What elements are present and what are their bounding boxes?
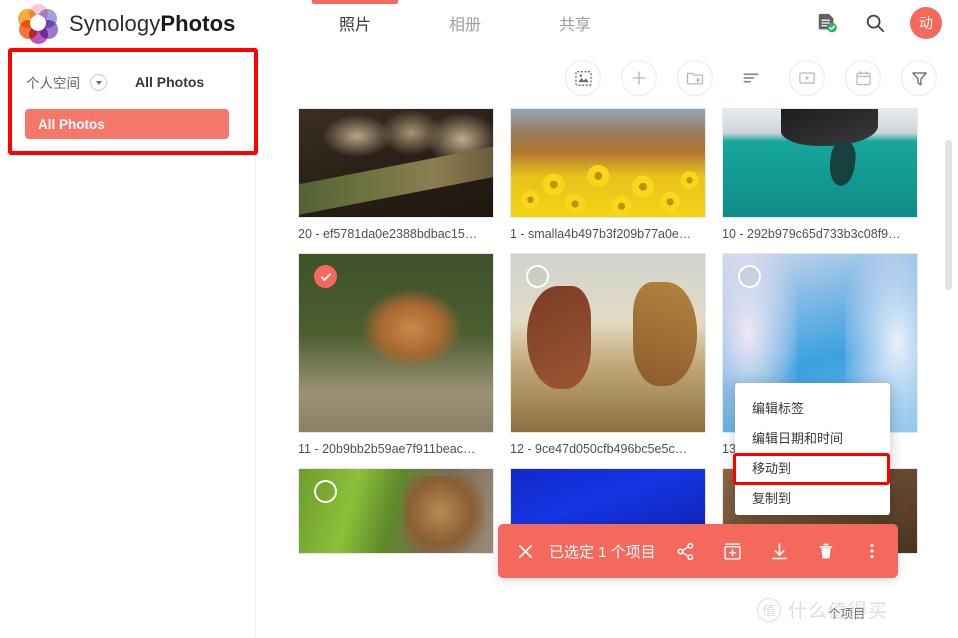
menu-item-label: 移动到 [752,460,792,476]
photo-checkbox[interactable] [738,265,761,288]
brand-second: Photos [160,11,236,36]
menu-item-label: 编辑标签 [752,400,805,416]
photo-thumbnail[interactable] [510,108,706,218]
menu-item-edit-datetime[interactable]: 编辑日期和时间 [735,422,890,452]
sidebar: 个人空间 All Photos All Photos [0,46,256,638]
sort-icon[interactable] [733,60,769,96]
synology-flower-logo [18,4,58,44]
photo-thumbnail[interactable] [722,108,918,218]
new-folder-icon[interactable] [677,60,713,96]
slideshow-icon[interactable] [789,60,825,96]
photo-checkbox[interactable] [314,480,337,503]
selection-status-text: 已选定 1 个项目 [549,543,656,561]
synology-photos-window: SynologyPhotos 照片 相册 共享 动 个人空间 All Photo… [0,0,958,638]
main-tabs: 照片 相册 共享 [300,0,630,46]
menu-item-edit-tags[interactable]: 编辑标签 [735,392,890,422]
sidebar-item-all-photos[interactable]: All Photos [25,109,229,139]
filter-icon[interactable] [901,60,937,96]
content-toolbar [565,60,937,96]
tab-albums-label: 相册 [448,17,481,34]
chevron-down-icon[interactable] [90,73,107,91]
app-title: SynologyPhotos [69,11,235,37]
photo-cell-1[interactable]: 20 - ef5781da0e2388bdbac15… [298,108,494,241]
menu-item-label: 编辑日期和时间 [752,430,844,446]
tab-photos-label: 照片 [338,17,371,34]
sidebar-item-label: All Photos [38,116,105,132]
tab-albums[interactable]: 相册 [410,0,520,46]
photo-cell-5[interactable]: 12 - 9ce47d050cfb496bc5e5c… [510,253,706,456]
photo-caption: 11 - 20b9bb2b59ae7f911beac… [298,442,476,456]
item-count: 个项目 [828,607,866,621]
photo-cell-2[interactable]: 1 - smalla4b497b3f209b77a0e… [510,108,706,241]
context-menu: 编辑标签 编辑日期和时间 移动到 复制到 [733,383,890,515]
menu-item-copy-to[interactable]: 复制到 [735,482,890,512]
document-check-icon[interactable] [814,10,840,36]
brand: SynologyPhotos [18,4,235,44]
photo-caption: 12 - 9ce47d050cfb496bc5e5c… [510,442,688,456]
add-to-album-icon[interactable] [722,541,743,562]
sidebar-section-title: All Photos [135,74,205,90]
more-options-icon[interactable] [862,541,882,561]
vertical-scrollbar[interactable] [945,140,952,290]
photo-thumbnail[interactable] [510,253,706,433]
photo-checkbox[interactable] [526,265,549,288]
app-header: SynologyPhotos 照片 相册 共享 动 [0,0,958,46]
tab-shared[interactable]: 共享 [520,0,630,46]
calendar-icon[interactable] [845,60,881,96]
photo-checkbox-selected[interactable] [314,265,337,288]
photo-caption: 10 - 292b979c65d733b3c08f9… [722,227,901,241]
header-actions: 动 [814,7,942,39]
selection-action-bar: 已选定 1 个项目 [498,524,898,578]
action-bar-icons [675,541,882,562]
photo-caption: 20 - ef5781da0e2388bdbac15… [298,227,478,241]
delete-icon[interactable] [816,541,836,561]
photo-cell-4[interactable]: 11 - 20b9bb2b59ae7f911beac… [298,253,494,456]
tab-photos[interactable]: 照片 [300,0,410,46]
photo-cell-3[interactable]: 10 - 292b979c65d733b3c08f9… [722,108,918,241]
tab-active-underline [312,0,398,4]
photo-thumbnail[interactable] [298,253,494,433]
photo-cell-7[interactable] [298,468,494,554]
menu-item-label: 复制到 [752,490,792,506]
add-icon[interactable] [621,60,657,96]
download-icon[interactable] [769,541,790,562]
share-icon[interactable] [675,541,696,562]
avatar-label: 动 [919,15,933,31]
close-icon[interactable] [515,541,536,562]
menu-item-move-to[interactable]: 移动到 [735,452,890,482]
tab-shared-label: 共享 [558,17,591,34]
brand-first: Synology [69,11,161,36]
photo-caption: 1 - smalla4b497b3f209b77a0e… [510,227,692,241]
select-photos-icon[interactable] [565,60,601,96]
photo-thumbnail[interactable] [298,468,494,554]
photo-thumbnail[interactable] [298,108,494,218]
avatar[interactable]: 动 [910,7,942,39]
photo-grid-row: 20 - ef5781da0e2388bdbac15… 1 - smalla4b… [298,108,918,241]
search-icon[interactable] [862,10,888,36]
space-selector-row: 个人空间 All Photos [26,72,236,92]
space-name: 个人空间 [26,76,80,91]
